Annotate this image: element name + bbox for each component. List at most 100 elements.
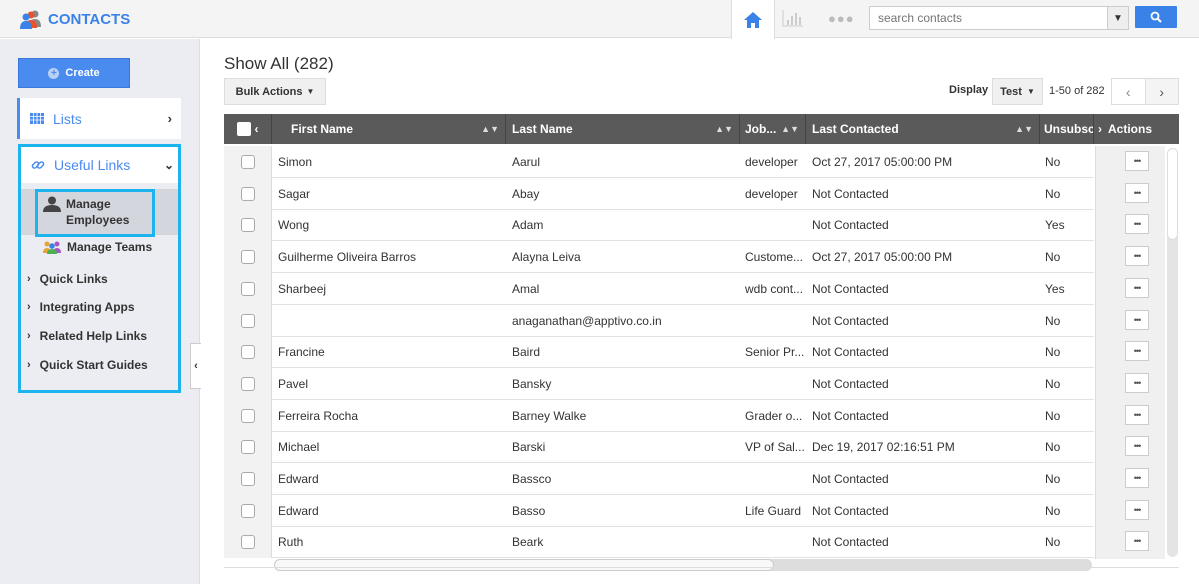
row-checkbox[interactable]	[240, 218, 255, 233]
column-job[interactable]: Job... ▲▼	[740, 114, 806, 144]
unsubscribed-cell: No	[1045, 472, 1061, 486]
search-options-dropdown[interactable]: ▼	[1107, 6, 1129, 30]
search-input[interactable]	[869, 6, 1108, 30]
caret-down-icon: ▼	[306, 87, 315, 96]
more-dots-icon[interactable]: ●●●	[828, 11, 855, 26]
table-row[interactable]: anaganathan@apptivo.co.in Not Contacted No	[224, 304, 1094, 337]
horizontal-scrollbar[interactable]	[274, 559, 1092, 571]
top-bar: CONTACTS ●●● ▼	[0, 0, 1199, 39]
table-row[interactable]: Michael Barski VP of Sal... Dec 19, 2017 02…	[224, 431, 1094, 464]
quick-links-item[interactable]: › Quick Links	[27, 272, 108, 286]
row-checkbox[interactable]	[240, 408, 255, 423]
table-row[interactable]: Ruth Beark Not Contacted No	[224, 526, 1094, 559]
row-checkbox[interactable]	[240, 440, 255, 455]
table-row[interactable]: Sharbeej Amal wdb cont... Not Contacted Yes	[224, 272, 1094, 305]
manage-employees-label-line2: Employees	[66, 213, 130, 227]
last-name-cell: Barney Walke	[512, 408, 587, 423]
last-contacted-cell: Oct 27, 2017 05:00:00 PM	[812, 155, 953, 169]
select-all-checkbox[interactable]	[236, 122, 251, 136]
reports-tab[interactable]	[782, 9, 806, 29]
unsubscribed-cell: No	[1045, 313, 1061, 328]
row-checkbox[interactable]	[240, 313, 255, 328]
table-row[interactable]: Guilherme Oliveira Barros Alayna Leiva Cus…	[224, 241, 1094, 274]
column-unsubscribed[interactable]: Unsubsc	[1040, 114, 1094, 144]
first-name-cell: Edward	[278, 503, 319, 518]
row-actions-button[interactable]: •••	[1125, 277, 1149, 298]
row-checkbox[interactable]	[240, 281, 255, 296]
job-cell: wdb cont...	[745, 281, 804, 296]
row-checkbox[interactable]	[240, 376, 255, 391]
chevron-down-icon: ▼	[1113, 12, 1123, 24]
search-button[interactable]	[1135, 6, 1177, 28]
chevron-right-icon[interactable]: ›	[1098, 122, 1102, 136]
collapse-sidebar-button[interactable]: ‹	[190, 343, 201, 389]
row-checkbox[interactable]	[240, 186, 255, 201]
app-title: CONTACTS	[48, 10, 131, 28]
chevron-left-icon[interactable]: ‹	[255, 122, 259, 136]
row-actions-button[interactable]: •••	[1125, 404, 1149, 425]
job-cell: developer	[745, 155, 798, 169]
app-brand[interactable]: CONTACTS	[20, 9, 130, 29]
row-checkbox[interactable]	[240, 155, 255, 169]
row-actions-button[interactable]: •••	[1125, 182, 1149, 203]
next-page-button[interactable]: ›	[1144, 79, 1178, 104]
table-row[interactable]: Simon Aarul developer Oct 27, 2017 05:00:00…	[224, 146, 1094, 178]
unsubscribed-cell: No	[1045, 186, 1061, 201]
horizontal-scroll-thumb[interactable]	[274, 559, 774, 571]
row-select-cell	[224, 336, 272, 369]
vertical-scroll-thumb[interactable]	[1167, 148, 1178, 240]
table-row[interactable]: Edward Bassco Not Contacted No	[224, 463, 1094, 495]
row-actions-button[interactable]: •••	[1125, 214, 1149, 235]
vertical-scrollbar[interactable]	[1167, 148, 1178, 557]
table-row[interactable]: Pavel Bansky Not Contacted No	[224, 367, 1094, 400]
table-row[interactable]: Wong Adam Not Contacted Yes	[224, 209, 1094, 242]
row-actions-button[interactable]: •••	[1125, 499, 1149, 520]
table-row[interactable]: Sagar Abay developer Not Contacted No	[224, 177, 1094, 210]
prev-page-button[interactable]: ‹	[1112, 79, 1145, 104]
sidebar-item-useful-links[interactable]: Useful Links ⌄	[21, 147, 178, 183]
row-actions-button[interactable]: •••	[1125, 531, 1149, 552]
first-name-cell: Sagar	[278, 186, 311, 201]
row-select-cell	[224, 177, 272, 210]
quick-start-guides-item[interactable]: › Quick Start Guides	[27, 358, 148, 372]
last-name-cell: Basso	[512, 503, 546, 518]
home-tab[interactable]	[731, 0, 775, 39]
column-last-name[interactable]: Last Name ▲▼	[506, 114, 740, 144]
integrating-apps-item[interactable]: › Integrating Apps	[27, 300, 135, 314]
create-button[interactable]: + Create	[18, 58, 130, 88]
display-view-select[interactable]: Test ▼	[992, 78, 1043, 105]
last-name-cell: Amal	[512, 281, 540, 296]
row-checkbox[interactable]	[240, 472, 255, 486]
table-row[interactable]: Ferreira Rocha Barney Walke Grader o... Not…	[224, 399, 1094, 432]
row-actions-button[interactable]: •••	[1125, 372, 1149, 393]
row-select-cell	[224, 241, 272, 274]
job-cell: developer	[745, 186, 798, 201]
job-header: Job...	[745, 122, 777, 136]
column-first-name[interactable]: First Name ▲▼	[272, 114, 506, 144]
bulk-actions-button[interactable]: Bulk Actions ▼	[224, 78, 326, 105]
related-help-links-item[interactable]: › Related Help Links	[27, 329, 147, 343]
lists-label: Lists	[53, 110, 82, 127]
table-row[interactable]: Edward Basso Life Guard Not Contacted No	[224, 494, 1094, 527]
row-checkbox[interactable]	[240, 345, 255, 360]
row-actions-button[interactable]: •••	[1125, 468, 1149, 488]
first-name-cell: Wong	[278, 218, 310, 233]
job-cell	[745, 209, 807, 241]
last-contacted-cell: Not Contacted	[812, 535, 889, 550]
row-actions-button[interactable]: •••	[1125, 151, 1149, 171]
manage-employees-link[interactable]: Manage Employees	[35, 189, 155, 237]
column-last-contacted[interactable]: Last Contacted ▲▼	[806, 114, 1040, 144]
row-checkbox[interactable]	[240, 503, 255, 518]
manage-teams-link[interactable]: Manage Teams	[43, 240, 152, 254]
job-cell	[745, 463, 807, 495]
row-checkbox[interactable]	[240, 535, 255, 550]
table-row[interactable]: Francine Baird Senior Pr... Not Contacted No	[224, 336, 1094, 369]
row-actions-button[interactable]: •••	[1125, 246, 1149, 267]
row-actions-button[interactable]: •••	[1125, 309, 1149, 330]
sort-icon: ▲▼	[781, 124, 799, 134]
row-checkbox[interactable]	[240, 250, 255, 265]
sidebar-item-lists[interactable]: Lists ›	[17, 98, 181, 139]
row-actions-button[interactable]: •••	[1125, 341, 1149, 362]
row-actions-button[interactable]: •••	[1125, 436, 1149, 457]
pagination: ‹ ›	[1111, 78, 1179, 105]
